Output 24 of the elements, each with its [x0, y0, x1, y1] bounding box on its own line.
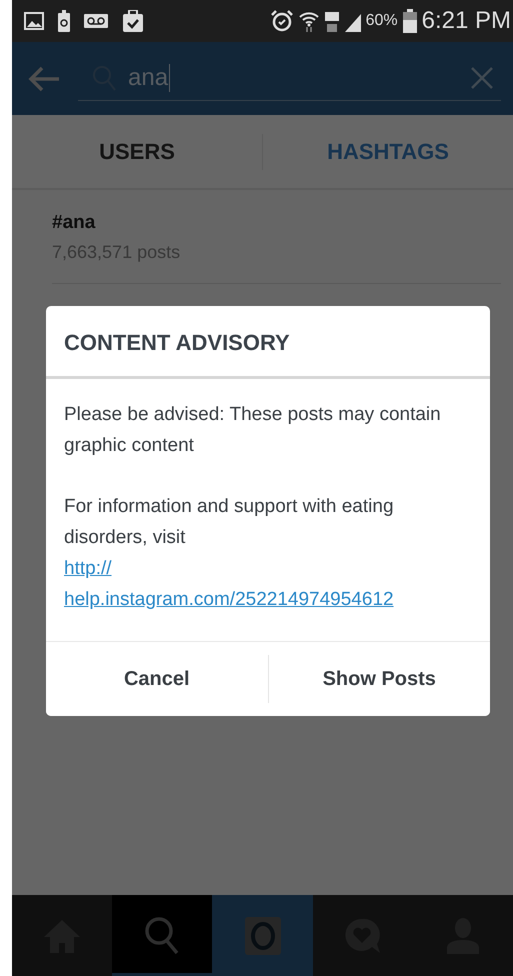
battery-icon — [402, 9, 417, 33]
alarm-icon — [270, 10, 293, 32]
search-text: ana — [128, 64, 170, 92]
clear-icon[interactable] — [471, 67, 493, 89]
nav-tab[interactable] — [212, 895, 313, 976]
tab[interactable]: USERS — [12, 138, 262, 164]
dialog-text: For information and support with eating disorders, visit — [64, 495, 395, 550]
nav-tab[interactable] — [112, 895, 212, 976]
image-icon — [24, 12, 44, 30]
dialog-title: CONTENT ADVISORY — [46, 306, 490, 379]
signal-icon — [324, 10, 361, 32]
search-icon — [144, 916, 180, 956]
voicemail-icon — [84, 14, 108, 28]
hashtag-name[interactable]: #ana — [52, 212, 501, 234]
back-arrow-icon[interactable] — [28, 66, 60, 92]
help-link[interactable]: http:// help.instagram.com/252214974954612 — [64, 553, 394, 615]
battery-recycle-icon — [58, 10, 70, 32]
status-time: 6:21 PM — [422, 7, 511, 35]
camera-icon — [244, 916, 280, 954]
dialog-text: Please be advised: These posts may contain graphic content — [64, 403, 442, 458]
battery-percent: 60% — [366, 12, 398, 30]
tab[interactable]: HASHTAGS — [263, 138, 513, 164]
wifi-icon — [298, 10, 320, 32]
clipboard-check-icon — [122, 10, 144, 32]
